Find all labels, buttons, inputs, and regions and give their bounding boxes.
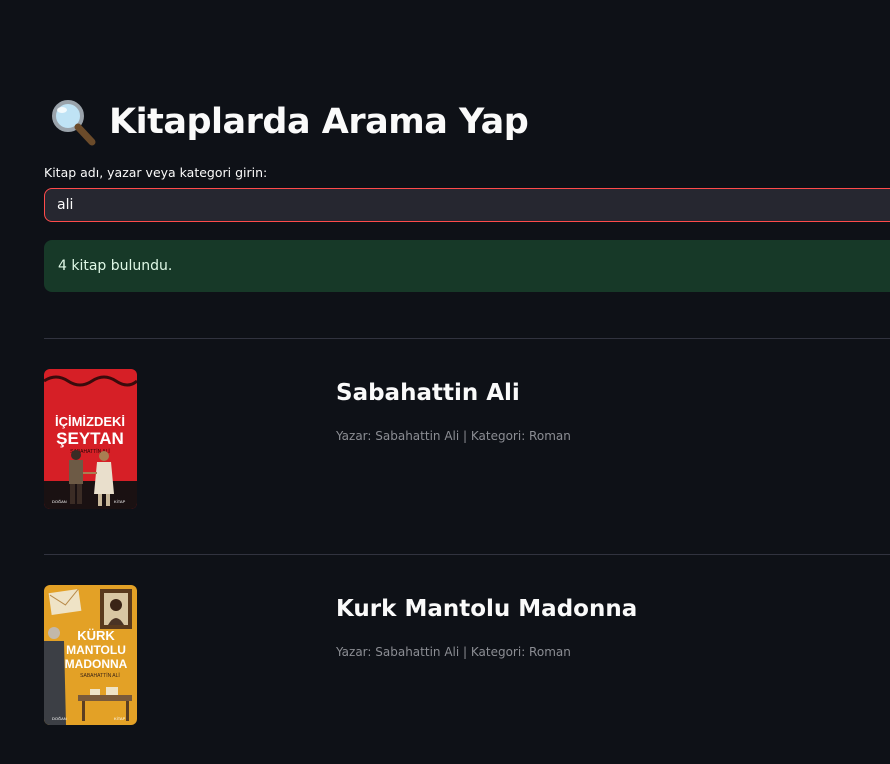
cover-title-line2: MANTOLU [66, 643, 126, 657]
svg-text:DOĞAN: DOĞAN [52, 499, 67, 504]
book-title: Kurk Mantolu Madonna [336, 596, 638, 622]
page-title: Kitaplarda Arama Yap [47, 94, 529, 150]
magnifying-glass-icon [52, 100, 96, 146]
main-container: Kitaplarda Arama Yap Kitap adı, yazar ve… [0, 0, 890, 764]
book-cover-image: İÇİMİZDEKİ ŞEYTAN SABAHATTİN ALİ DOĞAN K… [44, 369, 137, 509]
success-alert: 4 kitap bulundu. [44, 240, 890, 292]
divider [44, 338, 890, 339]
book-meta: Yazar: Sabahattin Ali | Kategori: Roman [336, 429, 571, 443]
book-meta: Yazar: Sabahattin Ali | Kategori: Roman [336, 645, 571, 659]
search-input[interactable] [44, 188, 890, 222]
divider [44, 554, 890, 555]
cover-author: SABAHATTİN ALİ [80, 672, 120, 679]
svg-text:KİTAP: KİTAP [114, 499, 126, 504]
cover-title-line1: İÇİMİZDEKİ [55, 414, 125, 429]
svg-text:KİTAP: KİTAP [114, 716, 126, 721]
cover-title-line2: ŞEYTAN [56, 429, 124, 448]
book-cover-image: KÜRK MANTOLU MADONNA SABAHATTİN ALİ DOĞA… [44, 585, 137, 725]
book-cover-icecimizdeki-seytan: İÇİMİZDEKİ ŞEYTAN SABAHATTİN ALİ DOĞAN K… [44, 369, 137, 509]
cover-title-line1: KÜRK [77, 628, 115, 643]
page-title-text: Kitaplarda Arama Yap [109, 102, 529, 142]
svg-text:DOĞAN: DOĞAN [52, 716, 67, 721]
cover-title-line3: MADONNA [65, 657, 128, 671]
book-title: Sabahattin Ali [336, 380, 520, 406]
search-label: Kitap adı, yazar veya kategori girin: [44, 165, 268, 180]
book-cover-kurk-mantolu-madonna: KÜRK MANTOLU MADONNA SABAHATTİN ALİ DOĞA… [44, 585, 137, 725]
result-count-text: 4 kitap bulundu. [58, 258, 173, 274]
